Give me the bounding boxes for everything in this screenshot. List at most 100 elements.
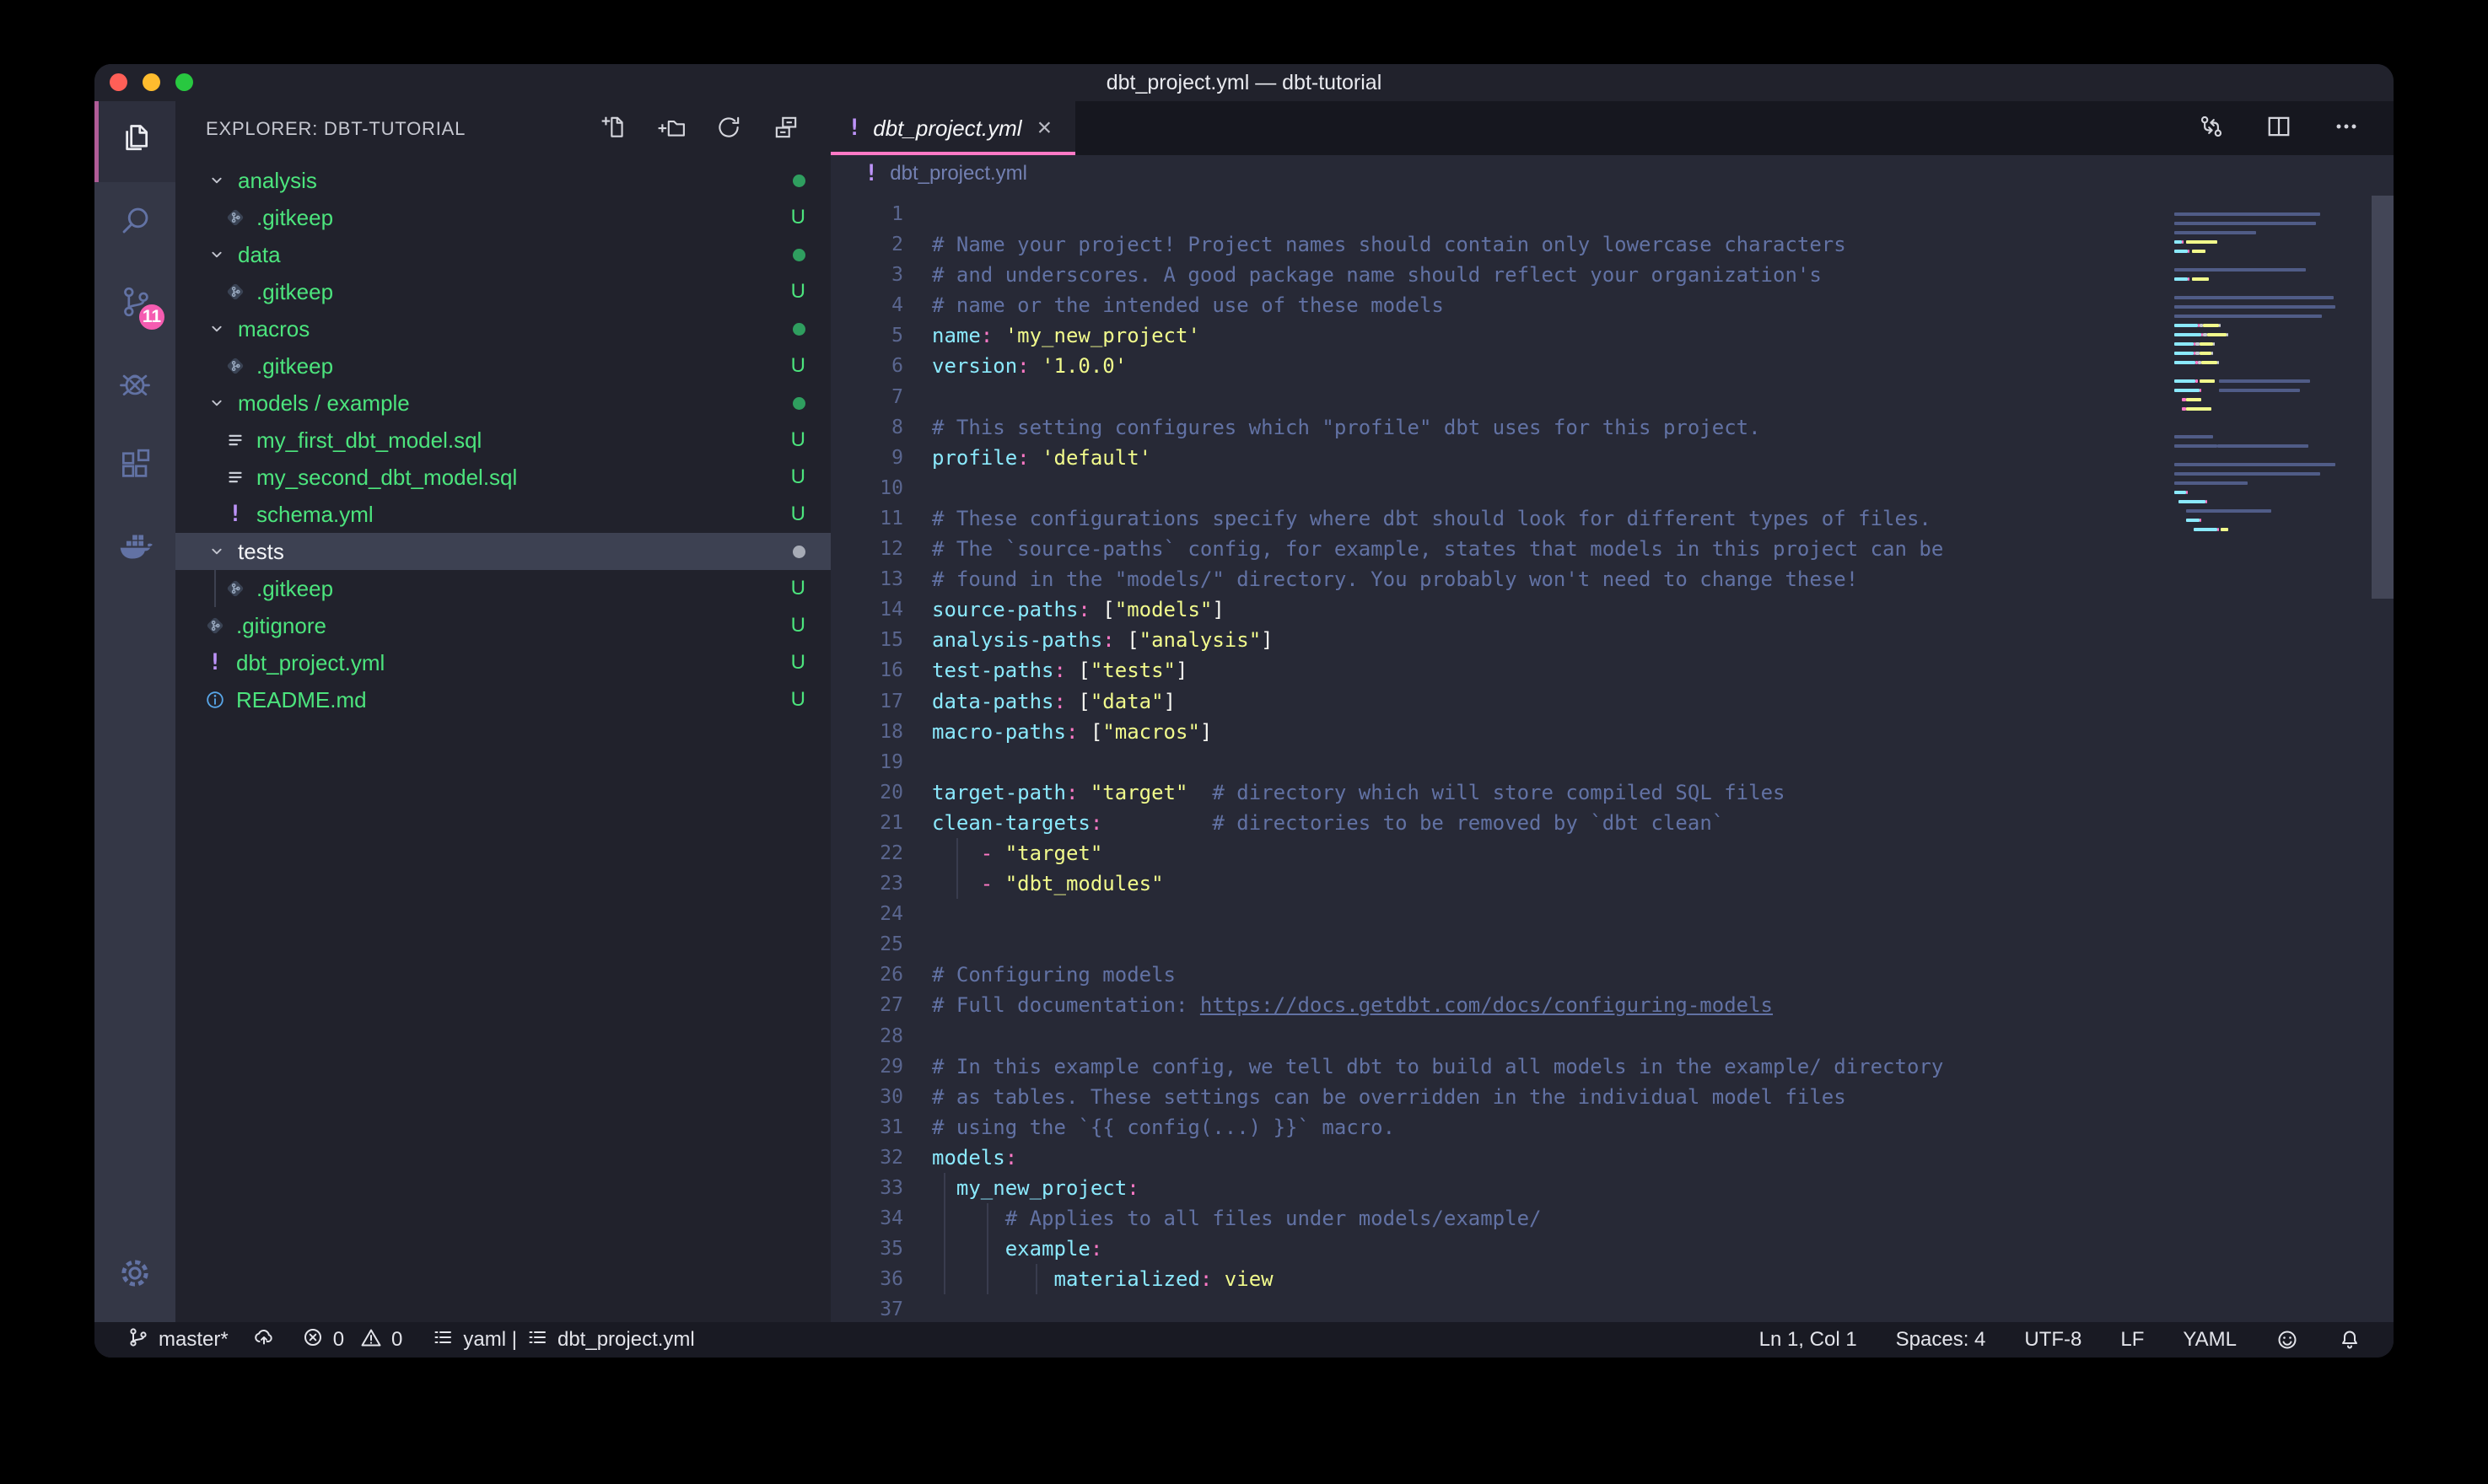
explorer-activity-button[interactable] (94, 101, 175, 182)
code-line-3[interactable]: 3# and underscores. A good package name … (831, 260, 2394, 290)
debug-activity-button[interactable] (94, 344, 175, 425)
code-line-7[interactable]: 7 (831, 382, 2394, 412)
feedback-smiley-icon[interactable] (2275, 1328, 2299, 1352)
zoom-window-button[interactable] (175, 73, 193, 91)
code-line-14[interactable]: 14source-paths: ["models"] (831, 594, 2394, 625)
tree-item-my-first-dbt-model-sql[interactable]: my_first_dbt_model.sqlU (175, 422, 831, 459)
language-mode-item[interactable]: YAML (2183, 1328, 2237, 1352)
line-content: source-paths: ["models"] (932, 594, 1225, 625)
code-line-35[interactable]: 35 example: (831, 1234, 2394, 1264)
tree-item-macros[interactable]: macros (175, 310, 831, 347)
code-line-19[interactable]: 19 (831, 747, 2394, 777)
minimap-line (2174, 349, 2367, 358)
collapse-folders-button[interactable] (772, 113, 800, 146)
encoding-item[interactable]: UTF-8 (2024, 1328, 2081, 1352)
source-control-activity-button[interactable]: 11 (94, 263, 175, 344)
close-tab-icon[interactable]: × (1037, 114, 1053, 142)
code-line-28[interactable]: 28 (831, 1021, 2394, 1051)
code-line-10[interactable]: 10 (831, 473, 2394, 503)
code-line-30[interactable]: 30# as tables. These settings can be ove… (831, 1082, 2394, 1112)
tree-item-gitkeep[interactable]: .gitkeepU (175, 273, 831, 310)
code-line-6[interactable]: 6version: '1.0.0' (831, 351, 2394, 381)
code-line-11[interactable]: 11# These configurations specify where d… (831, 503, 2394, 534)
git-branch-item[interactable]: master* (127, 1325, 229, 1355)
code-line-12[interactable]: 12# The `source-paths` config, for examp… (831, 534, 2394, 564)
minimap-line (2174, 423, 2367, 433)
notifications-bell-icon[interactable] (2338, 1328, 2361, 1352)
code-line-9[interactable]: 9profile: 'default' (831, 443, 2394, 473)
code-line-33[interactable]: 33 my_new_project: (831, 1173, 2394, 1203)
new-file-button[interactable] (600, 113, 628, 146)
manage-settings-button[interactable] (94, 1234, 175, 1315)
code-line-22[interactable]: 22 - "target" (831, 838, 2394, 868)
code-line-37[interactable]: 37 (831, 1294, 2394, 1322)
tree-item-my-second-dbt-model-sql[interactable]: my_second_dbt_model.sqlU (175, 459, 831, 496)
extensions-activity-button[interactable] (94, 425, 175, 506)
tree-item-schema-yml[interactable]: !schema.ymlU (175, 496, 831, 533)
tree-item-tests[interactable]: tests (175, 533, 831, 570)
open-changes-icon[interactable] (2196, 111, 2227, 146)
tree-item-models-example[interactable]: models / example (175, 384, 831, 422)
editor-scrollbar[interactable] (2372, 196, 2394, 599)
code-line-31[interactable]: 31# using the `{{ config(...) }}` macro. (831, 1112, 2394, 1143)
code-line-18[interactable]: 18macro-paths: ["macros"] (831, 717, 2394, 747)
chevron-down-icon (206, 540, 228, 562)
code-line-4[interactable]: 4# name or the intended use of these mod… (831, 290, 2394, 320)
line-content: # Applies to all files under models/exam… (932, 1203, 1541, 1234)
code-line-23[interactable]: 23 - "dbt_modules" (831, 868, 2394, 899)
code-line-2[interactable]: 2# Name your project! Project names shou… (831, 229, 2394, 260)
code-line-17[interactable]: 17data-paths: ["data"] (831, 686, 2394, 717)
code-line-36[interactable]: 36 materialized: view (831, 1264, 2394, 1294)
line-content: target-path: "target" # directory which … (932, 777, 1785, 808)
new-folder-button[interactable] (657, 113, 686, 146)
tree-item-gitignore[interactable]: .gitignoreU (175, 607, 831, 644)
code-line-13[interactable]: 13# found in the "models/" directory. Yo… (831, 564, 2394, 594)
breadcrumb[interactable]: ! dbt_project.yml (831, 155, 2394, 192)
code-line-8[interactable]: 8# This setting configures which "profil… (831, 412, 2394, 443)
yaml-server-item[interactable]: yaml | dbt_project.yml (431, 1325, 694, 1355)
tree-item-gitkeep[interactable]: .gitkeepU (175, 199, 831, 236)
sql-file-icon (224, 429, 246, 451)
code-line-34[interactable]: 34 # Applies to all files under models/e… (831, 1203, 2394, 1234)
line-number: 19 (831, 747, 903, 777)
sync-changes-item[interactable] (252, 1325, 276, 1355)
code-line-21[interactable]: 21clean-targets: # directories to be rem… (831, 808, 2394, 838)
tab-dbt-project-yml[interactable]: ! dbt_project.yml × (831, 101, 1075, 155)
code-line-5[interactable]: 5name: 'my_new_project' (831, 320, 2394, 351)
problems-item[interactable]: 0 0 (301, 1325, 403, 1355)
tree-item-gitkeep[interactable]: .gitkeepU (175, 570, 831, 607)
refresh-explorer-button[interactable] (714, 113, 743, 146)
more-actions-icon[interactable] (2331, 111, 2361, 146)
tree-item-label: my_second_dbt_model.sql (256, 465, 517, 491)
tree-item-readme-md[interactable]: README.mdU (175, 681, 831, 718)
line-number: 25 (831, 929, 903, 960)
close-window-button[interactable] (110, 73, 127, 91)
docker-activity-button[interactable] (94, 506, 175, 587)
code-line-24[interactable]: 24 (831, 899, 2394, 929)
git-file-icon (224, 207, 246, 229)
code-line-27[interactable]: 27# Full documentation: https://docs.get… (831, 990, 2394, 1020)
minimize-window-button[interactable] (143, 73, 160, 91)
tree-item-dbt-project-yml[interactable]: !dbt_project.ymlU (175, 644, 831, 681)
code-line-20[interactable]: 20target-path: "target" # directory whic… (831, 777, 2394, 808)
title-bar[interactable]: dbt_project.yml — dbt-tutorial (94, 64, 2394, 101)
line-content: name: 'my_new_project' (932, 320, 1200, 351)
code-line-26[interactable]: 26# Configuring models (831, 960, 2394, 990)
tree-item-gitkeep[interactable]: .gitkeepU (175, 347, 831, 384)
code-line-15[interactable]: 15analysis-paths: ["analysis"] (831, 625, 2394, 655)
minimap[interactable] (2174, 201, 2367, 544)
code-line-16[interactable]: 16test-paths: ["tests"] (831, 655, 2394, 686)
search-activity-button[interactable] (94, 182, 175, 263)
eol-item[interactable]: LF (2120, 1328, 2144, 1352)
code-line-25[interactable]: 25 (831, 929, 2394, 960)
tree-item-data[interactable]: data (175, 236, 831, 273)
tree-item-analysis[interactable]: analysis (175, 162, 831, 199)
indentation-item[interactable]: Spaces: 4 (1896, 1328, 1986, 1352)
code-line-1[interactable]: 1 (831, 199, 2394, 229)
code-line-32[interactable]: 32models: (831, 1143, 2394, 1173)
code-area[interactable]: 12# Name your project! Project names sho… (831, 192, 2394, 1322)
git-untracked-badge: U (791, 206, 805, 229)
cursor-position-item[interactable]: Ln 1, Col 1 (1759, 1328, 1857, 1352)
code-line-29[interactable]: 29# In this example config, we tell dbt … (831, 1051, 2394, 1082)
split-editor-icon[interactable] (2264, 111, 2294, 146)
